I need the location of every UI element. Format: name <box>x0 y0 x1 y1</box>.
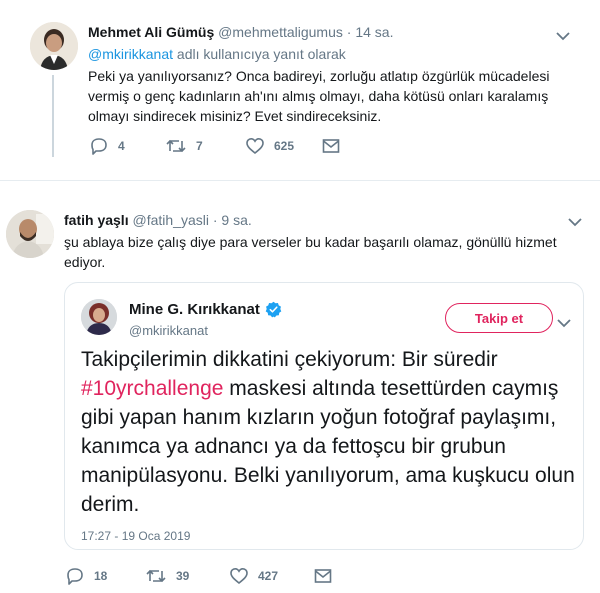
author-name[interactable]: fatih yaşlı <box>64 212 129 228</box>
reply-count: 18 <box>94 569 108 583</box>
avatar-fatih-yasli[interactable] <box>6 210 54 258</box>
reply-button[interactable]: 18 <box>66 566 107 586</box>
follow-button[interactable]: Takip et <box>445 303 553 333</box>
author-handle[interactable]: @fatih_yasli <box>132 212 208 228</box>
separator-dot: · <box>346 24 352 40</box>
reply-icon <box>90 137 108 155</box>
dm-button[interactable] <box>322 136 340 156</box>
like-button[interactable]: 427 <box>230 566 278 586</box>
author-name[interactable]: Mehmet Ali Gümüş <box>88 24 214 40</box>
thread-line <box>52 75 54 157</box>
retweet-count: 39 <box>176 569 190 583</box>
quoted-author-handle[interactable]: @mkirikkanat <box>129 323 208 338</box>
tweet-text: Peki ya yanılıyorsanız? Onca badireyi, z… <box>88 68 550 124</box>
quoted-text-before: Takipçilerimin dikkatini çekiyorum: Bir … <box>81 348 498 371</box>
envelope-icon <box>322 138 340 154</box>
author-handle[interactable]: @mehmettaligumus <box>218 24 343 40</box>
tweet-text: şu ablaya bize çalış diye para verseler … <box>64 234 557 270</box>
avatar-mine-kirikkanat[interactable] <box>81 299 117 335</box>
separator-dot: · <box>212 212 218 228</box>
chevron-down-icon[interactable] <box>557 315 571 333</box>
tweet2-actions: 18 39 427 <box>66 566 336 586</box>
hashtag-link[interactable]: #10yrchallenge <box>81 377 223 400</box>
dm-button[interactable] <box>314 566 332 586</box>
avatar-mehmet-ali-gumus[interactable] <box>30 22 78 70</box>
like-button[interactable]: 625 <box>246 136 294 156</box>
tweet1-header: Mehmet Ali Gümüş @mehmettaligumus · 14 s… <box>88 24 393 40</box>
chevron-down-icon[interactable] <box>568 214 582 227</box>
reply-context: @mkirikkanat adlı kullanıcıya yanıt olar… <box>88 46 346 62</box>
retweet-button[interactable]: 7 <box>166 136 203 156</box>
envelope-icon <box>314 568 332 584</box>
tweet-timestamp[interactable]: 9 sa. <box>221 212 251 228</box>
reply-mention-link[interactable]: @mkirikkanat <box>88 46 173 62</box>
verified-badge-icon <box>265 301 282 318</box>
quoted-tweet-date[interactable]: 17:27 - 19 Oca 2019 <box>81 529 190 543</box>
reply-button[interactable]: 4 <box>90 136 125 156</box>
tweet1-actions: 4 7 625 <box>90 136 350 156</box>
retweet-count: 7 <box>196 139 203 153</box>
quoted-tweet-card[interactable]: Mine G. Kırıkkanat @mkirikkanat Takip et… <box>64 282 584 550</box>
chevron-down-icon[interactable] <box>556 28 570 41</box>
tweet-timestamp[interactable]: 14 sa. <box>355 24 393 40</box>
reply-count: 4 <box>118 139 125 153</box>
tweet2-header: fatih yaşlı @fatih_yasli · 9 sa. <box>64 212 252 228</box>
tweet-divider <box>0 180 600 181</box>
quoted-author-name-text: Mine G. Kırıkkanat <box>129 301 260 318</box>
retweet-icon <box>166 137 186 155</box>
retweet-button[interactable]: 39 <box>146 566 189 586</box>
retweet-icon <box>146 567 166 585</box>
reply-context-suffix: adlı kullanıcıya yanıt olarak <box>173 46 346 62</box>
quoted-author-name[interactable]: Mine G. Kırıkkanat <box>129 301 282 318</box>
quoted-tweet-text: Takipçilerimin dikkatini çekiyorum: Bir … <box>81 345 576 519</box>
heart-icon <box>246 137 264 155</box>
reply-icon <box>66 567 84 585</box>
like-count: 427 <box>258 569 279 583</box>
like-count: 625 <box>274 139 295 153</box>
heart-icon <box>230 567 248 585</box>
